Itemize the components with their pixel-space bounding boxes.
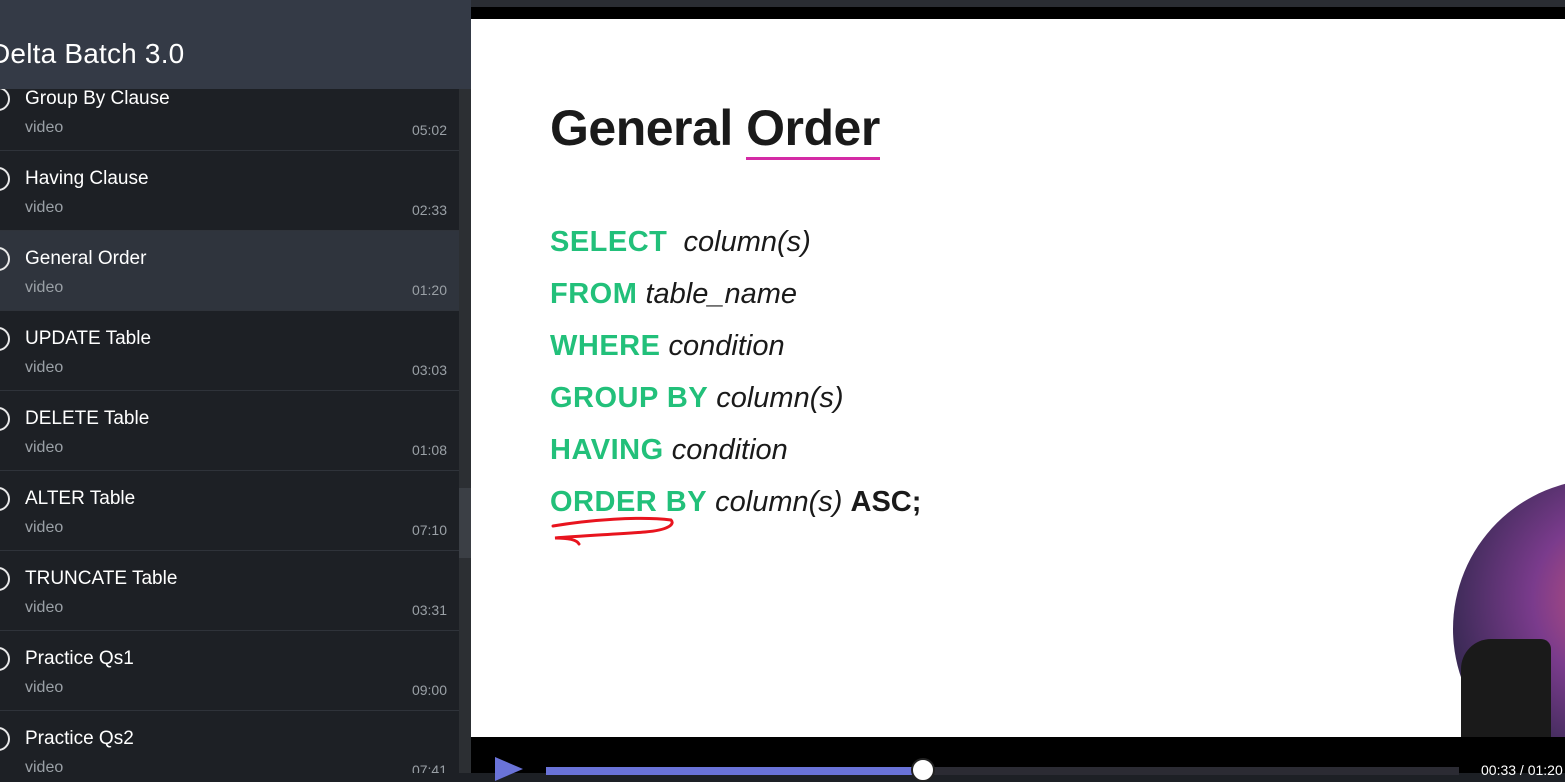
check-icon bbox=[0, 683, 4, 689]
sql-sort-direction: ASC; bbox=[850, 486, 922, 518]
time-readout: 00:33 / 01:20 bbox=[1481, 762, 1563, 778]
lecture-duration: 07:41 bbox=[411, 762, 447, 773]
sidebar-header: Delta Batch 3.0 bbox=[0, 0, 471, 89]
lecture-title: ALTER Table bbox=[25, 488, 136, 509]
lecture-type: video bbox=[25, 759, 64, 773]
check-icon bbox=[0, 603, 4, 609]
lecture-duration: 03:31 bbox=[411, 602, 447, 618]
sql-line-from: FROM table_name bbox=[550, 278, 797, 311]
lecture-duration: 03:03 bbox=[411, 362, 447, 378]
lecture-type: video bbox=[25, 119, 64, 136]
player-controls: 00:33 / 01:20 bbox=[471, 737, 1565, 782]
seek-bar-handle[interactable] bbox=[911, 758, 936, 782]
slide-title-underlined-word: Order bbox=[746, 100, 880, 160]
check-icon bbox=[0, 763, 4, 769]
sql-arg: condition bbox=[671, 434, 788, 466]
play-circle-icon bbox=[0, 407, 10, 431]
seek-bar-progress bbox=[546, 767, 924, 775]
seek-bar[interactable] bbox=[546, 767, 1459, 775]
lecture-item-general-order[interactable]: General Order video 01:20 bbox=[0, 231, 459, 311]
sql-keyword: SELECT bbox=[550, 226, 668, 258]
play-circle-icon bbox=[0, 487, 10, 511]
lecture-duration: 07:10 bbox=[411, 522, 447, 538]
lecture-type: video bbox=[25, 359, 64, 376]
lecture-item-alter-table[interactable]: ALTER Table video 07:10 bbox=[0, 471, 459, 551]
play-circle-icon bbox=[0, 647, 10, 671]
lecture-title: General Order bbox=[25, 248, 147, 269]
lecture-duration: 01:08 bbox=[411, 442, 447, 458]
lecture-type: video bbox=[25, 199, 64, 216]
slide-title-word: General bbox=[550, 100, 733, 156]
video-player[interactable]: General Order SELECT column(s) FROM tabl… bbox=[471, 0, 1565, 782]
sql-arg: column(s) bbox=[716, 382, 844, 414]
play-circle-icon bbox=[0, 247, 10, 271]
check-icon bbox=[0, 283, 4, 289]
lecture-title: UPDATE Table bbox=[25, 328, 152, 349]
play-icon[interactable] bbox=[495, 757, 523, 781]
lecture-type: video bbox=[25, 519, 64, 536]
lecture-title: Having Clause bbox=[25, 168, 149, 189]
lecture-duration: 05:02 bbox=[411, 122, 447, 138]
video-frame[interactable]: General Order SELECT column(s) FROM tabl… bbox=[471, 19, 1565, 737]
lecture-type: video bbox=[25, 679, 64, 696]
lecture-item-group-by-clause[interactable]: Group By Clause video 05:02 bbox=[0, 89, 459, 151]
sql-keyword: WHERE bbox=[550, 330, 661, 362]
sql-keyword: HAVING bbox=[550, 434, 664, 466]
sql-keyword: GROUP BY bbox=[550, 382, 709, 414]
webcam-microphone bbox=[1461, 639, 1551, 737]
lecture-duration: 01:20 bbox=[411, 282, 447, 298]
sql-arg: column(s) bbox=[715, 486, 843, 518]
lecture-type: video bbox=[25, 279, 64, 296]
lecture-item-having-clause[interactable]: Having Clause video 02:33 bbox=[0, 151, 459, 231]
check-icon bbox=[0, 443, 4, 449]
lecture-item-practice-qs1[interactable]: Practice Qs1 video 09:00 bbox=[0, 631, 459, 711]
sql-arg: condition bbox=[668, 330, 785, 362]
lecture-title: Group By Clause bbox=[25, 89, 170, 109]
lecture-title: Practice Qs2 bbox=[25, 728, 134, 749]
play-circle-icon bbox=[0, 327, 10, 351]
course-sidebar: Delta Batch 3.0 Group By Clause video 05… bbox=[0, 0, 471, 773]
check-icon bbox=[0, 363, 4, 369]
lecture-title: TRUNCATE Table bbox=[25, 568, 178, 589]
pen-annotation-scribble bbox=[551, 516, 674, 546]
play-circle-icon bbox=[0, 727, 10, 751]
check-icon bbox=[0, 523, 4, 529]
sidebar-scrollbar[interactable] bbox=[459, 89, 471, 773]
lecture-title: DELETE Table bbox=[25, 408, 150, 429]
sql-keyword: FROM bbox=[550, 278, 638, 310]
sql-arg: column(s) bbox=[683, 226, 811, 258]
lecture-item-truncate-table[interactable]: TRUNCATE Table video 03:31 bbox=[0, 551, 459, 631]
player-top-bar bbox=[471, 0, 1565, 7]
check-icon bbox=[0, 123, 4, 129]
lecture-type: video bbox=[25, 599, 64, 616]
sql-arg: table_name bbox=[645, 278, 797, 310]
course-title: Delta Batch 3.0 bbox=[0, 38, 185, 69]
check-icon bbox=[0, 203, 4, 209]
sql-line-having: HAVING condition bbox=[550, 434, 788, 467]
slide-title: General Order bbox=[550, 99, 880, 160]
sidebar-scrollbar-thumb[interactable] bbox=[459, 488, 471, 558]
lecture-item-practice-qs2[interactable]: Practice Qs2 video 07:41 bbox=[0, 711, 459, 773]
sql-line-where: WHERE condition bbox=[550, 330, 785, 363]
sql-line-group-by: GROUP BY column(s) bbox=[550, 382, 844, 415]
sql-line-select: SELECT column(s) bbox=[550, 226, 811, 259]
lecture-item-delete-table[interactable]: DELETE Table video 01:08 bbox=[0, 391, 459, 471]
lecture-type: video bbox=[25, 439, 64, 456]
play-circle-icon bbox=[0, 167, 10, 191]
lecture-list: Group By Clause video 05:02 Having Claus… bbox=[0, 89, 459, 773]
lecture-item-update-table[interactable]: UPDATE Table video 03:03 bbox=[0, 311, 459, 391]
lecture-title: Practice Qs1 bbox=[25, 648, 134, 669]
play-circle-icon bbox=[0, 89, 10, 111]
lecture-duration: 09:00 bbox=[411, 682, 447, 698]
lecture-duration: 02:33 bbox=[411, 202, 447, 218]
play-circle-icon bbox=[0, 567, 10, 591]
